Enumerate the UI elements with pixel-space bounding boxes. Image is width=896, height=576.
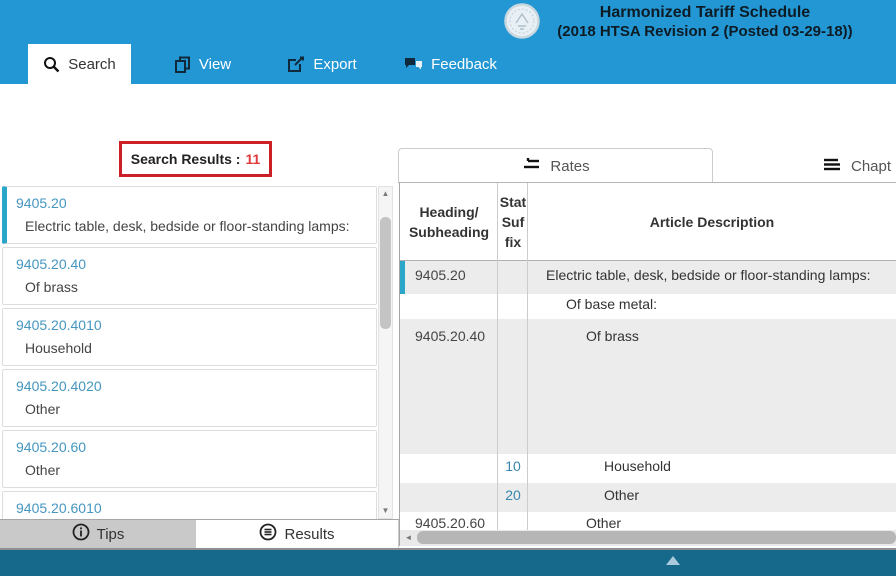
tab-rates[interactable]: Rates [398, 148, 713, 183]
result-code-link[interactable]: 9405.20 [16, 193, 366, 213]
cell-stat [498, 319, 528, 454]
table-horizontal-scrollbar[interactable]: ◄ [399, 530, 896, 546]
stat-suffix-link[interactable]: 10 [505, 458, 521, 474]
cell-heading: 9405.20.60 [400, 512, 498, 530]
cell-stat [498, 512, 528, 530]
cell-description: Electric table, desk, bedside or floor-s… [528, 261, 896, 294]
result-item[interactable]: 9405.20.60 Other [2, 430, 377, 488]
stat-suffix-link[interactable]: 20 [505, 487, 521, 503]
results-list-scrollbar[interactable]: ▲ ▼ [378, 186, 393, 519]
result-description: Of brass [16, 277, 366, 297]
column-divider [527, 183, 528, 530]
title-line-1: Harmonized Tariff Schedule [535, 3, 875, 22]
cell-stat [498, 294, 528, 319]
cell-heading [400, 483, 498, 512]
selected-row-indicator [400, 261, 405, 294]
scroll-to-top-icon[interactable] [666, 556, 680, 565]
tab-chapter[interactable]: Chapt [822, 155, 891, 177]
cell-heading: 9405.20.40 [400, 319, 498, 454]
search-results-count: 11 [245, 151, 260, 167]
info-circle-icon [72, 523, 90, 545]
col-stat-suffix: Stat Suf fix [498, 183, 528, 260]
bottom-bar [0, 548, 896, 576]
cell-description: Of brass [528, 319, 896, 454]
result-item[interactable]: 9405.20.6010 Household [2, 491, 377, 519]
scroll-down-arrow-icon[interactable]: ▼ [379, 504, 392, 518]
column-divider [497, 183, 498, 530]
result-code-link[interactable]: 9405.20.60 [16, 437, 366, 457]
result-code-link[interactable]: 9405.20.40 [16, 254, 366, 274]
tab-chapter-label: Chapt [851, 158, 891, 175]
result-item[interactable]: 9405.20 Electric table, desk, bedside or… [2, 186, 377, 244]
search-results-list: 9405.20 Electric table, desk, bedside or… [2, 186, 377, 519]
sort-lines-icon [521, 157, 541, 176]
title-line-2: (2018 HTSA Revision 2 (Posted 03-29-18)) [535, 22, 875, 42]
result-item[interactable]: 9405.20.4010 Household [2, 308, 377, 366]
document-edit-icon [287, 56, 305, 73]
cell-heading: 9405.20 [400, 261, 498, 294]
table-row[interactable]: 9405.20 Electric table, desk, bedside or… [400, 261, 896, 294]
cell-description: Of base metal: [528, 294, 896, 319]
hts-app-window: Harmonized Tariff Schedule (2018 HTSA Re… [0, 0, 896, 576]
chat-bubbles-icon [404, 56, 423, 72]
tips-button[interactable]: Tips [0, 520, 196, 548]
left-panel-footer: Tips Results [0, 519, 399, 548]
tab-rates-label: Rates [550, 158, 589, 175]
cell-stat: 20 [498, 483, 528, 512]
tariff-table: Heading/ Subheading Stat Suf fix Article… [399, 183, 896, 530]
col-heading-subheading: Heading/ Subheading [400, 183, 498, 260]
main-nav-bar: Search View Export Feedback [0, 44, 896, 84]
tab-export-label: Export [313, 56, 356, 73]
col-article-description: Article Description [528, 183, 896, 260]
cell-stat: 10 [498, 454, 528, 483]
tab-search[interactable]: Search [28, 44, 131, 84]
result-item[interactable]: 9405.20.4020 Other [2, 369, 377, 427]
tab-feedback-label: Feedback [431, 56, 497, 73]
table-header-row: Heading/ Subheading Stat Suf fix Article… [400, 183, 896, 261]
results-label: Results [284, 526, 334, 543]
cell-description: Other [528, 512, 896, 530]
tab-export[interactable]: Export [268, 44, 376, 84]
search-icon [43, 56, 60, 73]
cell-description: Other [528, 483, 896, 512]
cell-stat [498, 261, 528, 294]
scrollbar-thumb[interactable] [417, 531, 896, 544]
tab-search-label: Search [68, 56, 116, 73]
scrollbar-thumb[interactable] [380, 217, 391, 329]
search-results-label: Search Results : [131, 151, 241, 167]
menu-lines-icon [822, 157, 842, 176]
cell-heading [400, 294, 498, 319]
table-row[interactable]: 10 Household [400, 454, 896, 483]
result-description: Other [16, 399, 366, 419]
result-code-link[interactable]: 9405.20.4020 [16, 376, 366, 396]
tab-view[interactable]: View [150, 44, 255, 84]
table-row[interactable]: 9405.20.40 Of brass [400, 319, 896, 454]
cell-description: Household [528, 454, 896, 483]
table-row[interactable]: 9405.20.60 Other [400, 512, 896, 530]
tab-view-label: View [199, 56, 231, 73]
result-description: Other [16, 460, 366, 480]
app-header: Harmonized Tariff Schedule (2018 HTSA Re… [0, 0, 896, 44]
result-code-link[interactable]: 9405.20.6010 [16, 498, 366, 518]
result-item[interactable]: 9405.20.40 Of brass [2, 247, 377, 305]
result-code-link[interactable]: 9405.20.4010 [16, 315, 366, 335]
cell-heading [400, 454, 498, 483]
result-description: Electric table, desk, bedside or floor-s… [16, 216, 366, 236]
table-row[interactable]: 20 Other [400, 483, 896, 512]
result-description: Household [16, 338, 366, 358]
results-button[interactable]: Results [196, 520, 399, 548]
scroll-left-arrow-icon[interactable]: ◄ [402, 530, 415, 546]
tips-label: Tips [97, 526, 125, 543]
scroll-up-arrow-icon[interactable]: ▲ [379, 187, 392, 201]
highlight-box: Search Results : 11 [119, 141, 272, 177]
page-title: Harmonized Tariff Schedule (2018 HTSA Re… [535, 3, 875, 42]
list-circle-icon [259, 523, 277, 545]
table-row[interactable]: Of base metal: [400, 294, 896, 319]
tab-feedback[interactable]: Feedback [388, 44, 513, 84]
pages-icon [174, 56, 191, 73]
